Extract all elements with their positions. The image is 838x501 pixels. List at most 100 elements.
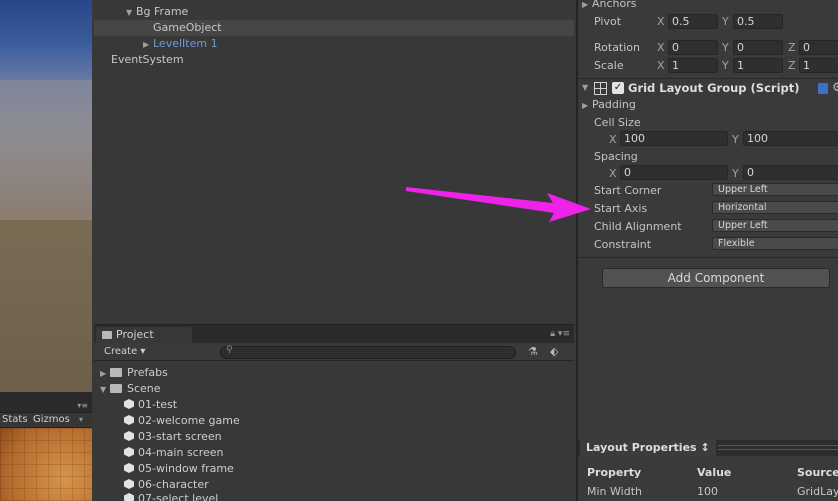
axis-z-label: Z [788,41,796,54]
pivot-label: Pivot [594,15,622,28]
expand-triangle-icon[interactable]: ▼ [100,382,110,398]
unity-scene-icon [124,479,134,489]
stats-button[interactable]: Stats [2,414,28,425]
pivot-y-field[interactable]: 0.5 [733,14,783,29]
unity-scene-icon [124,399,134,409]
folder-icon [110,368,122,377]
column-header-source: Source [797,466,838,479]
lock-menu-icon[interactable]: 🔒︎ ▾≡ [550,329,570,339]
child-alignment-dropdown[interactable]: Upper Left [712,219,838,232]
dropdown-arrows-icon: ↕ [700,441,710,454]
constraint-dropdown[interactable]: Flexible [712,237,838,250]
spacing-y-field[interactable]: 0 [743,165,838,180]
game-view[interactable] [0,428,92,501]
axis-x-label: X [657,59,665,72]
spacing-label: Spacing [594,150,638,163]
axis-x-label: X [609,133,617,146]
scene-file-item[interactable]: 01-test [100,397,570,413]
filter-by-type-icon[interactable]: ⚗ [528,345,538,358]
help-book-icon[interactable] [818,83,828,94]
project-panel: Project 🔒︎ ▾≡ Create ▾ ⚲ ⚗ ⬖ ▶ Prefabs ▼ S… [94,324,574,501]
collapse-triangle-icon[interactable]: ▶ [100,366,110,382]
scale-label: Scale [594,59,624,72]
tab-layout-properties[interactable]: Layout Properties ↕ [580,440,716,456]
gizmos-dropdown-icon[interactable]: ▾ [79,415,83,424]
axis-z-label: Z [788,59,796,72]
axis-y-label: Y [732,167,739,180]
scene-file-item[interactable]: 02-welcome game [100,413,570,429]
constraint-label: Constraint [594,238,652,251]
column-header-property: Property [587,466,642,479]
project-tabbar: Project 🔒︎ ▾≡ [94,325,574,343]
component-separator [578,78,838,79]
search-icon: ⚲ [226,345,233,355]
axis-x-label: X [657,15,665,28]
collapse-triangle-icon[interactable]: ▶ [143,37,153,53]
collapse-triangle-icon[interactable]: ▶ [582,0,592,9]
layout-properties-bar: Layout Properties ↕ [578,440,838,456]
hierarchy-item-gameobject[interactable]: GameObject [94,20,574,36]
scene-file-item[interactable]: 03-start screen [100,429,570,445]
grid-layout-group-header[interactable]: ▼ ✓ Grid Layout Group (Script) ⚙ [578,80,838,98]
unity-scene-icon [124,431,134,441]
anchors-foldout[interactable]: ▶ Anchors [582,0,637,10]
rotation-y-field[interactable]: 0 [733,40,783,55]
scale-z-field[interactable]: 1 [799,58,838,73]
grid-layout-icon [594,82,607,95]
cell-size-x-field[interactable]: 100 [620,131,728,146]
unity-scene-icon [124,415,134,425]
start-corner-dropdown[interactable]: Upper Left [712,183,838,196]
layout-property-value: 100 [697,485,718,498]
panel-menu-icon[interactable]: ▾≡ [77,401,88,410]
folder-item-scene[interactable]: ▼ Scene [100,381,570,397]
component-title: Grid Layout Group (Script) [628,81,800,95]
scene-sky [0,0,92,80]
gear-icon[interactable]: ⚙ [832,80,838,94]
collapse-triangle-icon[interactable]: ▶ [582,101,592,110]
scene-file-item[interactable]: 05-window frame [100,461,570,477]
child-alignment-label: Child Alignment [594,220,682,233]
start-axis-dropdown[interactable]: Horizontal [712,201,838,214]
axis-x-label: X [657,41,665,54]
layout-property-source: GridLay [797,485,838,498]
padding-foldout[interactable]: ▶ Padding [582,98,636,111]
pivot-x-field[interactable]: 0.5 [668,14,718,29]
axis-y-label: Y [722,41,729,54]
create-button[interactable]: Create ▾ [100,345,149,359]
scene-view[interactable]: ▾≡ Stats Gizmos ▾ [0,0,92,501]
rotation-z-field[interactable]: 0 [799,40,838,55]
tab-project[interactable]: Project [96,327,192,343]
component-enabled-checkbox[interactable]: ✓ [612,82,624,94]
folder-icon [102,331,112,339]
scale-y-field[interactable]: 1 [733,58,783,73]
scale-x-field[interactable]: 1 [668,58,718,73]
unity-scene-icon [124,493,134,501]
scene-file-item[interactable]: 04-main screen [100,445,570,461]
start-axis-label: Start Axis [594,202,648,215]
axis-y-label: Y [722,15,729,28]
axis-x-label: X [609,167,617,180]
add-component-button[interactable]: Add Component [602,268,830,288]
expand-triangle-icon[interactable]: ▼ [582,83,592,92]
hierarchy-item-eventsystem[interactable]: EventSystem [94,52,574,68]
folder-item-prefabs[interactable]: ▶ Prefabs [100,365,570,381]
column-header-value: Value [697,466,732,479]
search-input[interactable]: ⚲ [220,345,516,359]
scene-ground [0,220,92,392]
expand-triangle-icon[interactable]: ▼ [126,5,136,21]
cell-size-label: Cell Size [594,116,641,129]
gizmos-button[interactable]: Gizmos [33,414,70,425]
hierarchy-item-bg-frame[interactable]: ▼ Bg Frame [94,4,574,20]
cell-size-y-field[interactable]: 100 [743,131,838,146]
spacing-x-field[interactable]: 0 [620,165,728,180]
scene-file-item[interactable]: 07-select level [100,491,570,501]
drag-handle[interactable] [718,445,838,450]
unity-scene-icon [124,447,134,457]
folder-icon [110,384,122,393]
hierarchy-item-levelitem[interactable]: ▶ LevelItem 1 [94,36,574,52]
project-toolbar: Create ▾ ⚲ ⚗ ⬖ [94,343,574,361]
rotation-x-field[interactable]: 0 [668,40,718,55]
component-separator [578,257,838,258]
start-corner-label: Start Corner [594,184,662,197]
filter-by-label-icon[interactable]: ⬖ [550,345,558,358]
